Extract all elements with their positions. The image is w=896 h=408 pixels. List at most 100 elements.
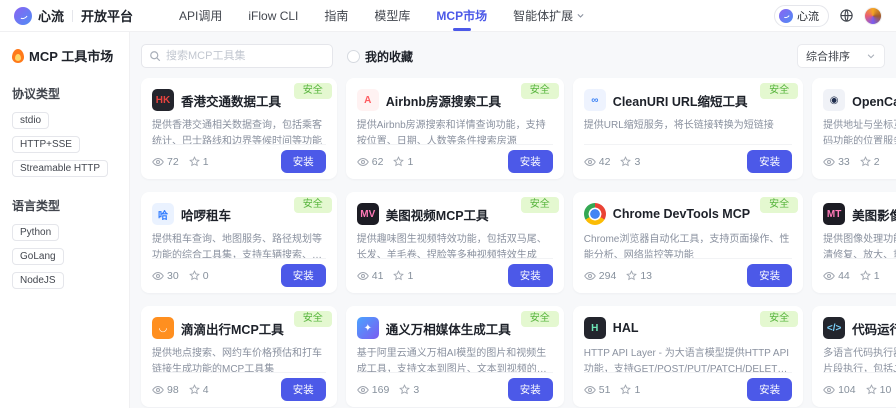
stars-count: 1 — [874, 270, 880, 282]
filter-chip[interactable]: NodeJS — [12, 272, 64, 289]
user-pill-button[interactable]: 心流 — [774, 5, 829, 27]
card-title: 香港交通数据工具 — [181, 91, 281, 110]
nav-item-4[interactable]: MCP市场 — [436, 0, 487, 31]
mcp-card[interactable]: 安全 HK 香港交通数据工具 提供香港交通相关数据查询，包括乘客统计、巴士路线和… — [141, 78, 337, 179]
stars-count: 1 — [203, 156, 209, 168]
stars-stat[interactable]: 2 — [860, 156, 880, 168]
install-button[interactable]: 安装 — [508, 150, 553, 173]
navbar: 心流 开放平台 API调用 iFlow CLI 指南 模型库 MCP市场智能体扩展 心流 — [0, 0, 896, 32]
eye-icon — [357, 384, 369, 396]
views-count: 104 — [838, 384, 856, 396]
views-count: 294 — [599, 270, 617, 282]
filter-chip[interactable]: Python — [12, 224, 59, 241]
nav-item-label: 模型库 — [374, 7, 410, 24]
stars-stat[interactable]: 1 — [860, 270, 880, 282]
stars-stat[interactable]: 4 — [189, 384, 209, 396]
install-button[interactable]: 安装 — [747, 264, 792, 287]
install-button[interactable]: 安装 — [508, 378, 553, 401]
brand-name[interactable]: 心流 — [38, 6, 64, 25]
stars-stat[interactable]: 0 — [189, 270, 209, 282]
nav-item-3[interactable]: 模型库 — [374, 0, 410, 31]
card-grid: 安全 HK 香港交通数据工具 提供香港交通相关数据查询，包括乘客统计、巴士路线和… — [141, 78, 885, 407]
mcp-card[interactable]: 安全 ◡ 滴滴出行MCP工具 提供地点搜索、网约车价格预估和打车链接生成功能的M… — [141, 306, 337, 407]
card-title: 代码运行器 — [852, 319, 896, 338]
card-title: OpenCage地理编码服务 — [852, 91, 896, 110]
card-icon: 哈 — [152, 203, 174, 225]
filter-section-title: 协议类型 — [12, 85, 117, 102]
mcp-card[interactable]: 安全 ✦ 通义万相媒体生成工具 基于阿里云通义万相AI模型的图片和视频生成工具，… — [346, 306, 564, 407]
stars-stat[interactable]: 1 — [620, 384, 640, 396]
iflow-logo-icon[interactable] — [14, 7, 32, 25]
filter-chip[interactable]: stdio — [12, 112, 49, 129]
mcp-card[interactable]: 安全 A Airbnb房源搜索工具 提供Airbnb房源搜索和详情查询功能，支持… — [346, 78, 564, 179]
views-count: 51 — [599, 384, 611, 396]
stars-count: 3 — [413, 384, 419, 396]
safety-badge: 安全 — [760, 197, 798, 213]
sort-select[interactable]: 综合排序 — [797, 44, 885, 68]
stars-stat[interactable]: 13 — [626, 270, 652, 282]
star-icon — [189, 270, 200, 281]
safety-badge: 安全 — [294, 311, 332, 327]
stars-stat[interactable]: 3 — [620, 156, 640, 168]
brand-divider — [72, 10, 73, 22]
views-stat: 62 — [357, 156, 384, 168]
install-button[interactable]: 安装 — [747, 378, 792, 401]
nav-item-5[interactable]: 智能体扩展 — [513, 0, 585, 31]
install-button[interactable]: 安装 — [281, 150, 326, 173]
star-icon — [620, 156, 631, 167]
card-title: HAL — [613, 321, 639, 335]
mcp-card[interactable]: 安全 ◉ OpenCage地理编码服务 提供地址与坐标互转、地理编码和反向地理编… — [812, 78, 896, 179]
views-stat: 51 — [584, 384, 611, 396]
views-count: 169 — [372, 384, 390, 396]
eye-icon — [823, 156, 835, 168]
brand-suffix: 开放平台 — [81, 6, 133, 25]
user-avatar[interactable] — [864, 7, 882, 25]
install-button[interactable]: 安装 — [508, 264, 553, 287]
search-input[interactable] — [141, 44, 333, 68]
filter-section-1: 语言类型PythonGoLangNodeJS — [12, 197, 117, 289]
stars-stat[interactable]: 1 — [189, 156, 209, 168]
mcp-card[interactable]: 安全 Chrome DevTools MCP Chrome浏览器自动化工具，支持… — [573, 192, 803, 293]
views-count: 42 — [599, 156, 611, 168]
iflow-mini-logo-icon — [779, 9, 793, 23]
install-button[interactable]: 安装 — [747, 150, 792, 173]
favorites-toggle[interactable]: 我的收藏 — [347, 48, 413, 65]
stars-stat[interactable]: 10 — [866, 384, 892, 396]
nav-item-1[interactable]: iFlow CLI — [248, 0, 298, 31]
card-icon: MV — [357, 203, 379, 225]
filter-chip[interactable]: Streamable HTTP — [12, 160, 108, 177]
filter-chip[interactable]: HTTP+SSE — [12, 136, 80, 153]
star-icon — [860, 270, 871, 281]
install-button[interactable]: 安装 — [281, 378, 326, 401]
card-description: 提供香港交通相关数据查询，包括乘客统计、巴士路线和边界等候时间等功能 — [152, 118, 326, 144]
views-count: 72 — [167, 156, 179, 168]
stars-stat[interactable]: 3 — [399, 384, 419, 396]
mcp-card[interactable]: 安全 H HAL HTTP API Layer - 为大语言模型提供HTTP A… — [573, 306, 803, 407]
views-count: 41 — [372, 270, 384, 282]
filter-chip[interactable]: GoLang — [12, 248, 64, 265]
chevron-down-icon — [576, 11, 585, 20]
sort-select-value: 综合排序 — [806, 48, 850, 64]
card-description: HTTP API Layer - 为大语言模型提供HTTP API功能，支持GE… — [584, 346, 792, 372]
card-description: 基于阿里云通义万相AI模型的图片和视频生成工具，支持文本到图片、文本到视频的AI… — [357, 346, 553, 372]
filter-section-0: 协议类型 stdio HTTP+SSE Streamable HTTP — [12, 85, 117, 177]
mcp-card[interactable]: 安全 ∞ CleanURI URL缩短工具 提供URL缩短服务，将长链接转换为短… — [573, 78, 803, 179]
stars-count: 1 — [407, 270, 413, 282]
nav-item-0[interactable]: API调用 — [179, 0, 222, 31]
language-globe-icon[interactable] — [839, 8, 854, 23]
stars-stat[interactable]: 1 — [393, 156, 413, 168]
mcp-card[interactable]: 安全 哈 哈啰租车 提供租车查询、地图服务、路径规划等功能的综合工具集，支持车辆… — [141, 192, 337, 293]
mcp-card[interactable]: 安全 MV 美图视频MCP工具 提供趣味图生视频特效功能，包括双马尾、长发、羊毛… — [346, 192, 564, 293]
install-button[interactable]: 安装 — [281, 264, 326, 287]
sidebar-filter-sections: 协议类型stdioHTTP+SSEStreamable HTTP语言类型Pyth… — [12, 85, 117, 289]
eye-icon — [823, 384, 835, 396]
search-icon — [149, 50, 161, 62]
nav-item-2[interactable]: 指南 — [324, 0, 348, 31]
mcp-card[interactable]: 安全 MT 美图影像MCP工具 提供图像处理功能，包括图像生成、抠图、超清修复、… — [812, 192, 896, 293]
stars-stat[interactable]: 1 — [393, 270, 413, 282]
star-icon — [620, 384, 631, 395]
mcp-card[interactable]: 安全 </> 代码运行器 多语言代码执行器，支持30种编程语言的代码片段执行，包… — [812, 306, 896, 407]
safety-badge: 安全 — [760, 83, 798, 99]
favorites-toggle-circle[interactable] — [347, 50, 360, 63]
stars-count: 4 — [203, 384, 209, 396]
